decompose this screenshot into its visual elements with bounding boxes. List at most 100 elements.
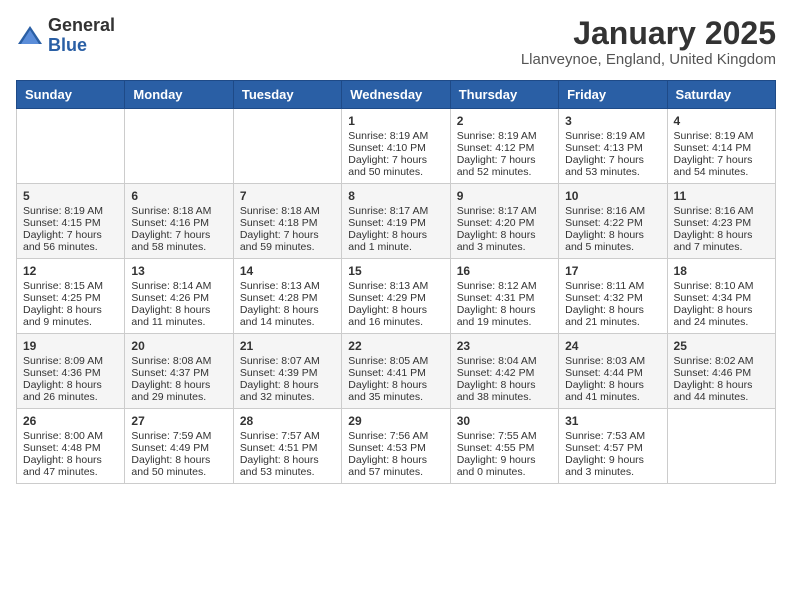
calendar-cell — [233, 109, 341, 184]
sunrise-text: Sunrise: 8:16 AM — [674, 205, 769, 217]
calendar-cell: 15Sunrise: 8:13 AMSunset: 4:29 PMDayligh… — [342, 259, 450, 334]
daylight-text: Daylight: 8 hours and 9 minutes. — [23, 304, 118, 328]
day-number: 10 — [565, 189, 660, 203]
sunrise-text: Sunrise: 8:07 AM — [240, 355, 335, 367]
sunset-text: Sunset: 4:12 PM — [457, 142, 552, 154]
sunset-text: Sunset: 4:26 PM — [131, 292, 226, 304]
daylight-text: Daylight: 8 hours and 50 minutes. — [131, 454, 226, 478]
calendar-cell: 13Sunrise: 8:14 AMSunset: 4:26 PMDayligh… — [125, 259, 233, 334]
daylight-text: Daylight: 7 hours and 54 minutes. — [674, 154, 769, 178]
calendar-week-row: 1Sunrise: 8:19 AMSunset: 4:10 PMDaylight… — [17, 109, 776, 184]
sunrise-text: Sunrise: 8:03 AM — [565, 355, 660, 367]
calendar-cell: 27Sunrise: 7:59 AMSunset: 4:49 PMDayligh… — [125, 409, 233, 484]
sunset-text: Sunset: 4:44 PM — [565, 367, 660, 379]
day-number: 22 — [348, 339, 443, 353]
day-number: 31 — [565, 414, 660, 428]
daylight-text: Daylight: 8 hours and 3 minutes. — [457, 229, 552, 253]
daylight-text: Daylight: 8 hours and 35 minutes. — [348, 379, 443, 403]
calendar-cell: 18Sunrise: 8:10 AMSunset: 4:34 PMDayligh… — [667, 259, 775, 334]
calendar-cell: 1Sunrise: 8:19 AMSunset: 4:10 PMDaylight… — [342, 109, 450, 184]
sunrise-text: Sunrise: 8:12 AM — [457, 280, 552, 292]
day-number: 19 — [23, 339, 118, 353]
sunrise-text: Sunrise: 8:13 AM — [348, 280, 443, 292]
daylight-text: Daylight: 9 hours and 0 minutes. — [457, 454, 552, 478]
day-number: 3 — [565, 114, 660, 128]
calendar-cell: 5Sunrise: 8:19 AMSunset: 4:15 PMDaylight… — [17, 184, 125, 259]
calendar-cell — [17, 109, 125, 184]
sunset-text: Sunset: 4:39 PM — [240, 367, 335, 379]
sunset-text: Sunset: 4:41 PM — [348, 367, 443, 379]
calendar-cell — [125, 109, 233, 184]
page-header: General Blue January 2025 Llanveynoe, En… — [16, 16, 776, 68]
day-number: 15 — [348, 264, 443, 278]
calendar-header-monday: Monday — [125, 81, 233, 109]
day-number: 1 — [348, 114, 443, 128]
day-number: 30 — [457, 414, 552, 428]
sunset-text: Sunset: 4:37 PM — [131, 367, 226, 379]
day-number: 11 — [674, 189, 769, 203]
sunrise-text: Sunrise: 8:11 AM — [565, 280, 660, 292]
calendar-cell: 2Sunrise: 8:19 AMSunset: 4:12 PMDaylight… — [450, 109, 558, 184]
daylight-text: Daylight: 7 hours and 59 minutes. — [240, 229, 335, 253]
calendar-header-thursday: Thursday — [450, 81, 558, 109]
day-number: 8 — [348, 189, 443, 203]
calendar-cell: 25Sunrise: 8:02 AMSunset: 4:46 PMDayligh… — [667, 334, 775, 409]
sunrise-text: Sunrise: 8:19 AM — [457, 130, 552, 142]
sunset-text: Sunset: 4:22 PM — [565, 217, 660, 229]
calendar-cell: 26Sunrise: 8:00 AMSunset: 4:48 PMDayligh… — [17, 409, 125, 484]
calendar-cell: 16Sunrise: 8:12 AMSunset: 4:31 PMDayligh… — [450, 259, 558, 334]
daylight-text: Daylight: 8 hours and 16 minutes. — [348, 304, 443, 328]
calendar-week-row: 26Sunrise: 8:00 AMSunset: 4:48 PMDayligh… — [17, 409, 776, 484]
sunrise-text: Sunrise: 8:16 AM — [565, 205, 660, 217]
daylight-text: Daylight: 8 hours and 26 minutes. — [23, 379, 118, 403]
calendar-cell: 22Sunrise: 8:05 AMSunset: 4:41 PMDayligh… — [342, 334, 450, 409]
day-number: 20 — [131, 339, 226, 353]
daylight-text: Daylight: 9 hours and 3 minutes. — [565, 454, 660, 478]
day-number: 6 — [131, 189, 226, 203]
day-number: 27 — [131, 414, 226, 428]
calendar-cell: 28Sunrise: 7:57 AMSunset: 4:51 PMDayligh… — [233, 409, 341, 484]
day-number: 2 — [457, 114, 552, 128]
sunset-text: Sunset: 4:55 PM — [457, 442, 552, 454]
day-number: 13 — [131, 264, 226, 278]
daylight-text: Daylight: 8 hours and 47 minutes. — [23, 454, 118, 478]
daylight-text: Daylight: 8 hours and 32 minutes. — [240, 379, 335, 403]
calendar-cell: 10 Sunrise: 8:16 AMSunset: 4:22 PMDayligh… — [559, 184, 667, 259]
sunset-text: Sunset: 4:25 PM — [23, 292, 118, 304]
sunset-text: Sunset: 4:32 PM — [565, 292, 660, 304]
calendar-cell: 30 Sunrise: 7:55 AMSunset: 4:55 PMDayligh… — [450, 409, 558, 484]
daylight-text: Daylight: 8 hours and 44 minutes. — [674, 379, 769, 403]
calendar-cell: 21Sunrise: 8:07 AMSunset: 4:39 PMDayligh… — [233, 334, 341, 409]
sunset-text: Sunset: 4:49 PM — [131, 442, 226, 454]
sunrise-text: Sunrise: 8:02 AM — [674, 355, 769, 367]
calendar-cell: 19Sunrise: 8:09 AMSunset: 4:36 PMDayligh… — [17, 334, 125, 409]
sunset-text: Sunset: 4:48 PM — [23, 442, 118, 454]
calendar-cell: 3Sunrise: 8:19 AMSunset: 4:13 PMDaylight… — [559, 109, 667, 184]
calendar-week-row: 19Sunrise: 8:09 AMSunset: 4:36 PMDayligh… — [17, 334, 776, 409]
sunrise-text: Sunrise: 7:55 AM — [457, 430, 552, 442]
daylight-text: Daylight: 8 hours and 41 minutes. — [565, 379, 660, 403]
sunset-text: Sunset: 4:31 PM — [457, 292, 552, 304]
sunrise-text: Sunrise: 8:00 AM — [23, 430, 118, 442]
day-number: 14 — [240, 264, 335, 278]
calendar-cell: 17Sunrise: 8:11 AMSunset: 4:32 PMDayligh… — [559, 259, 667, 334]
calendar-header-sunday: Sunday — [17, 81, 125, 109]
calendar-title: January 2025 — [521, 16, 776, 51]
daylight-text: Daylight: 8 hours and 53 minutes. — [240, 454, 335, 478]
daylight-text: Daylight: 7 hours and 56 minutes. — [23, 229, 118, 253]
calendar-header-tuesday: Tuesday — [233, 81, 341, 109]
calendar-cell: 24Sunrise: 8:03 AMSunset: 4:44 PMDayligh… — [559, 334, 667, 409]
daylight-text: Daylight: 7 hours and 53 minutes. — [565, 154, 660, 178]
logo-text: General Blue — [48, 16, 115, 56]
sunrise-text: Sunrise: 8:18 AM — [240, 205, 335, 217]
sunset-text: Sunset: 4:23 PM — [674, 217, 769, 229]
calendar-cell: 8Sunrise: 8:17 AMSunset: 4:19 PMDaylight… — [342, 184, 450, 259]
calendar-cell: 7Sunrise: 8:18 AMSunset: 4:18 PMDaylight… — [233, 184, 341, 259]
daylight-text: Daylight: 8 hours and 11 minutes. — [131, 304, 226, 328]
sunrise-text: Sunrise: 8:13 AM — [240, 280, 335, 292]
sunrise-text: Sunrise: 8:04 AM — [457, 355, 552, 367]
sunset-text: Sunset: 4:34 PM — [674, 292, 769, 304]
logo-icon — [16, 22, 44, 50]
daylight-text: Daylight: 8 hours and 5 minutes. — [565, 229, 660, 253]
daylight-text: Daylight: 8 hours and 38 minutes. — [457, 379, 552, 403]
